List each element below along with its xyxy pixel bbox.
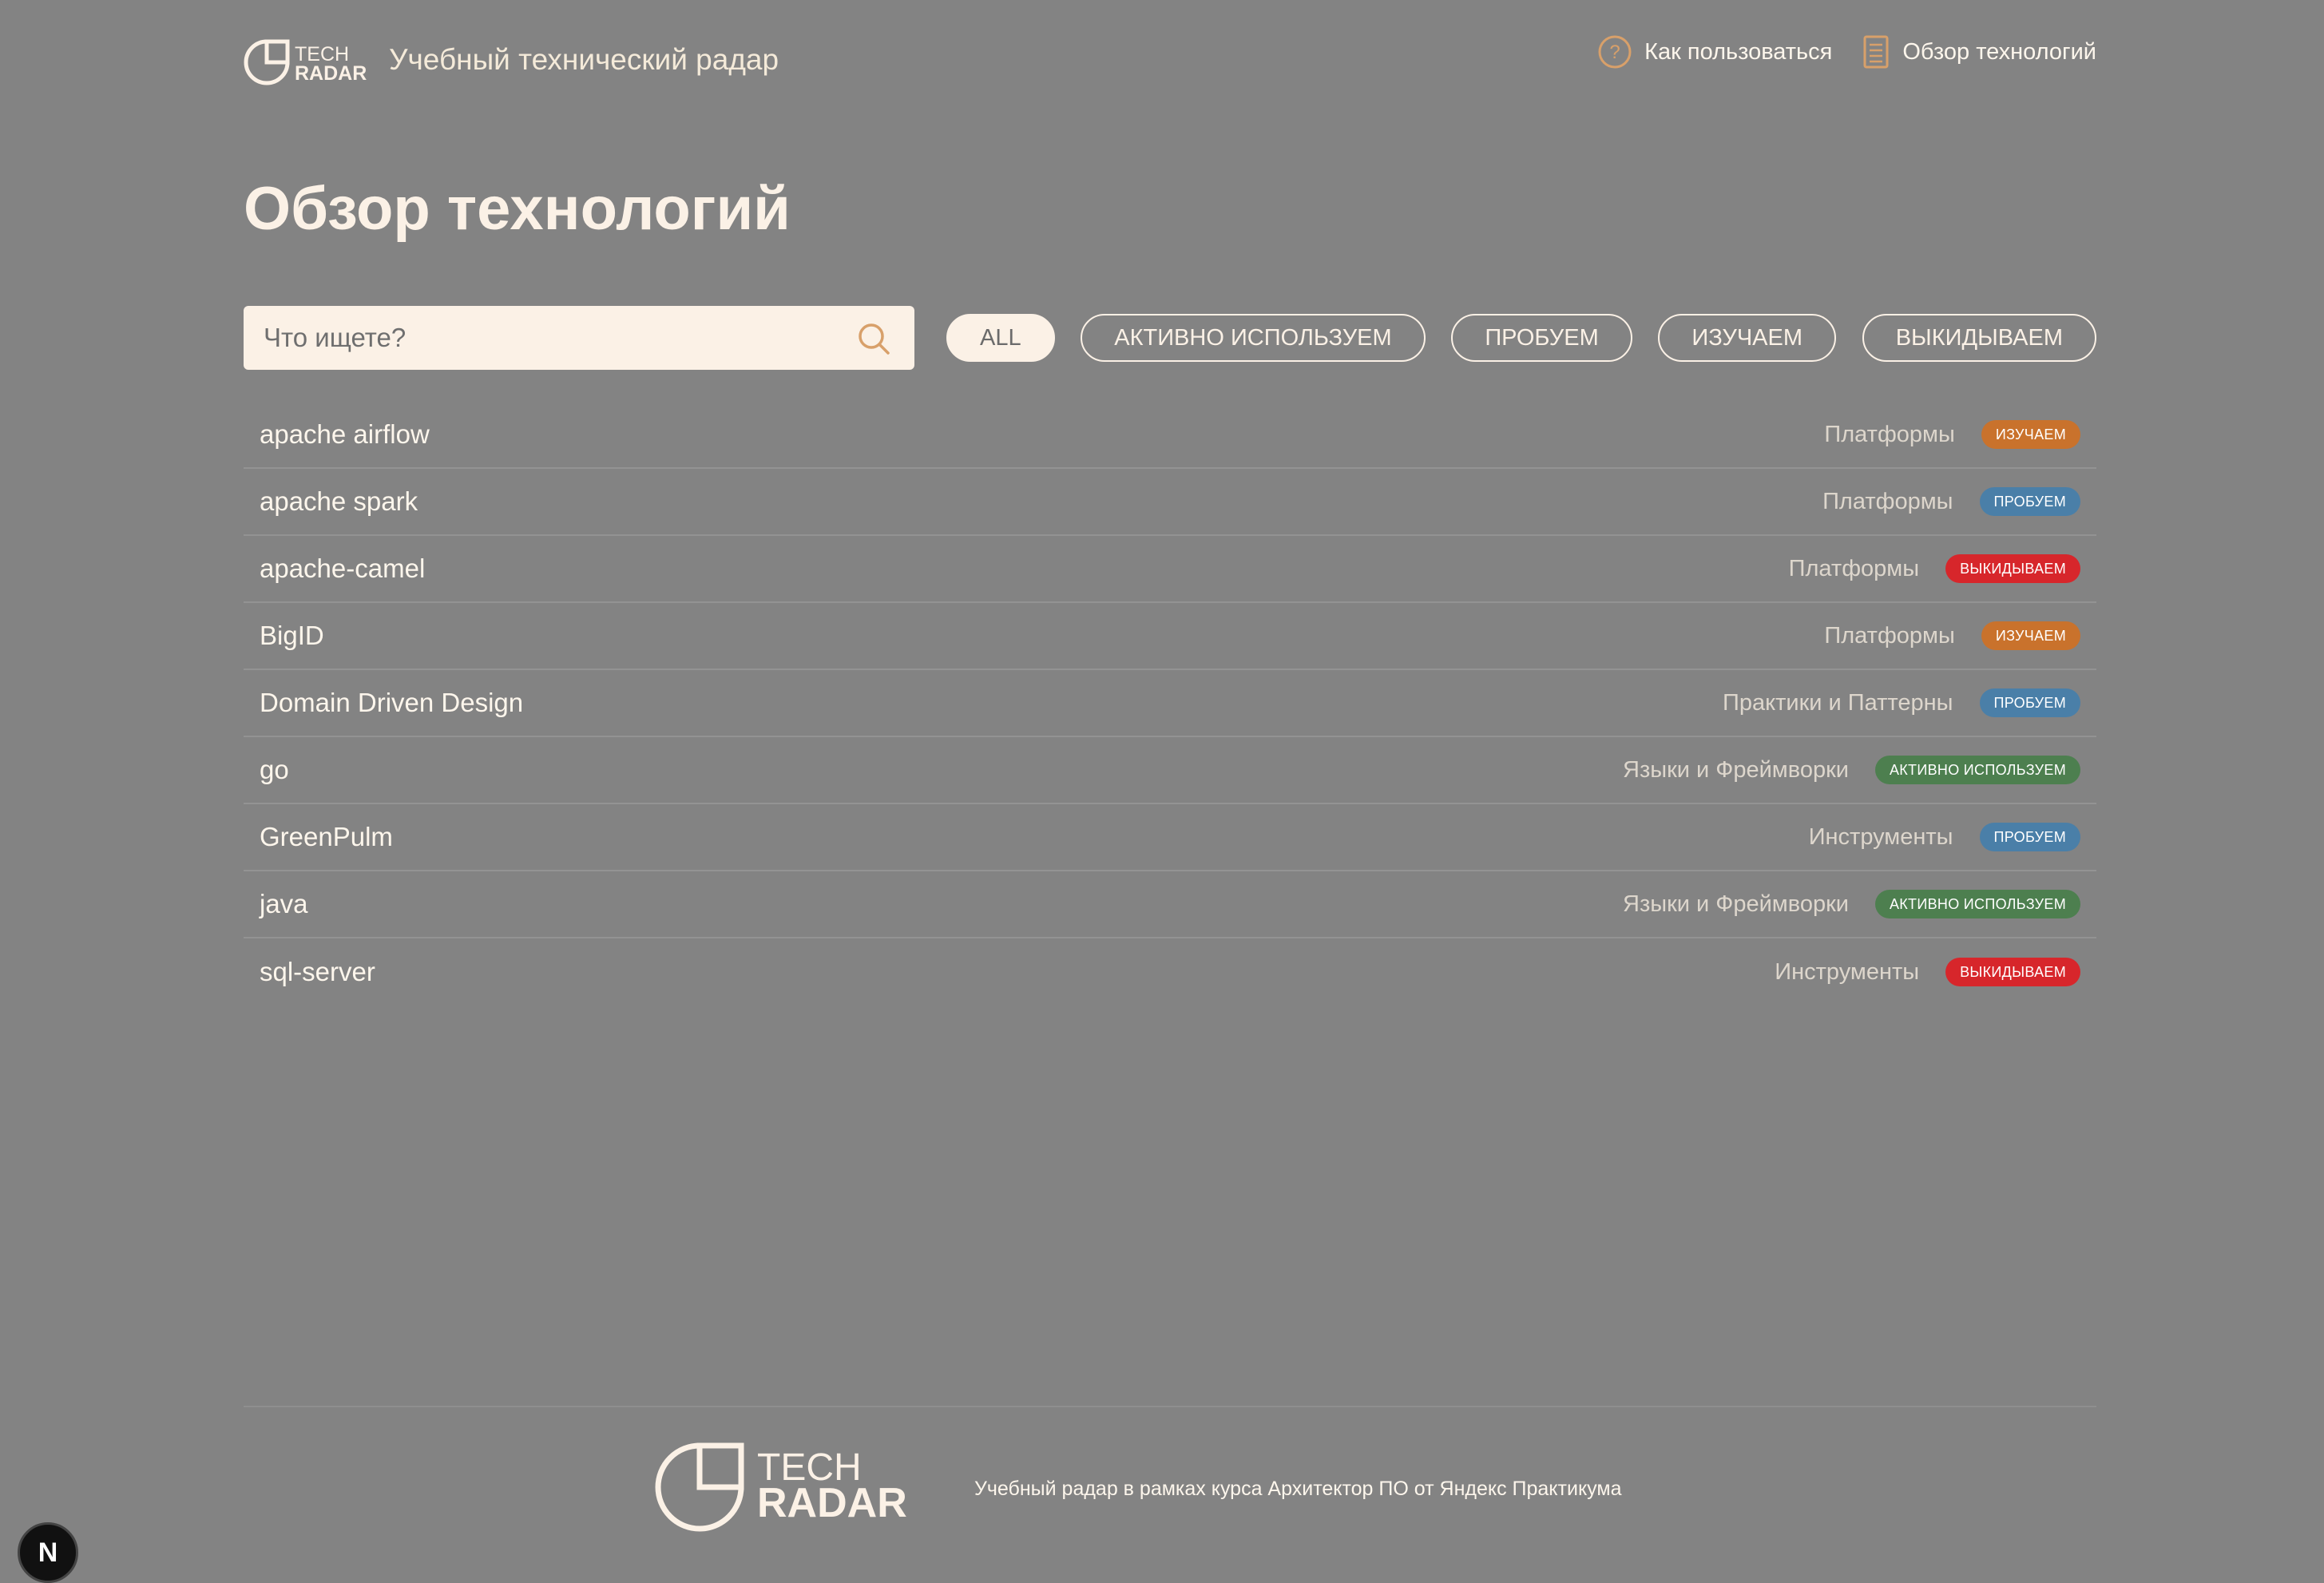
tech-name: java bbox=[260, 889, 308, 918]
tech-category: Языки и Фреймворки bbox=[1623, 756, 1849, 783]
tech-row[interactable]: apache spark Платформы ПРОБУЕМ bbox=[244, 469, 2096, 536]
tech-category: Платформы bbox=[1788, 555, 1920, 581]
tech-radar-logo[interactable]: TECH RADAR bbox=[244, 37, 367, 86]
status-badge: ИЗУЧАЕМ bbox=[1981, 621, 2080, 650]
status-badge: ПРОБУЕМ bbox=[1979, 487, 2080, 516]
status-badge: ИЗУЧАЕМ bbox=[1981, 420, 2080, 449]
search-box bbox=[244, 306, 914, 370]
svg-text:?: ? bbox=[1609, 42, 1620, 63]
tech-name: Domain Driven Design bbox=[260, 688, 524, 717]
tech-row[interactable]: sql-server Инструменты ВЫКИДЫВАЕМ bbox=[244, 938, 2096, 1006]
radar-logo-icon bbox=[244, 39, 290, 85]
logo-radar-text: RADAR bbox=[295, 62, 367, 85]
tech-name: apache spark bbox=[260, 486, 418, 516]
tech-name: go bbox=[260, 755, 289, 784]
footer-divider bbox=[244, 1406, 2096, 1407]
tech-name: GreenPulm bbox=[260, 822, 393, 851]
tech-category: Практики и Паттерны bbox=[1723, 689, 1953, 716]
search-icon[interactable] bbox=[857, 322, 890, 359]
filter-trial[interactable]: ПРОБУЕМ bbox=[1451, 314, 1632, 362]
footer-text: Учебный радар в рамках курса Архитектор … bbox=[974, 1478, 1622, 1500]
tech-row[interactable]: BigID Платформы ИЗУЧАЕМ bbox=[244, 603, 2096, 670]
filter-hold[interactable]: ВЫКИДЫВАЕМ bbox=[1862, 314, 2096, 362]
nav-tech-overview-label: Обзор технологий bbox=[1902, 38, 2096, 65]
tech-name: apache-camel bbox=[260, 553, 426, 583]
header: TECH RADAR Учебный технический радар ? К… bbox=[244, 32, 2096, 89]
search-input[interactable] bbox=[244, 306, 835, 370]
tech-row[interactable]: java Языки и Фреймворки АКТИВНО ИСПОЛЬЗУ… bbox=[244, 871, 2096, 938]
site-title: Учебный технический радар bbox=[389, 43, 779, 76]
status-badge: ПРОБУЕМ bbox=[1979, 823, 2080, 851]
nav-tech-overview[interactable]: Обзор технологий bbox=[1862, 34, 2096, 69]
status-badge: ВЫКИДЫВАЕМ bbox=[1945, 958, 2080, 986]
top-nav: ? Как пользоваться Обзор технологий bbox=[1598, 32, 2096, 72]
tech-name: apache airflow bbox=[260, 419, 430, 449]
tech-category: Инструменты bbox=[1775, 958, 1920, 985]
status-badge: АКТИВНО ИСПОЛЬЗУЕМ bbox=[1874, 890, 2080, 918]
tech-row[interactable]: GreenPulm Инструменты ПРОБУЕМ bbox=[244, 804, 2096, 871]
filter-all[interactable]: ALL bbox=[946, 314, 1055, 362]
filter-active-use[interactable]: АКТИВНО ИСПОЛЬЗУЕМ bbox=[1081, 314, 1426, 362]
next-dev-indicator[interactable]: N bbox=[18, 1522, 78, 1583]
tech-category: Инструменты bbox=[1808, 823, 1953, 850]
tech-row[interactable]: apache-camel Платформы ВЫКИДЫВАЕМ bbox=[244, 536, 2096, 603]
tech-name: sql-server bbox=[260, 957, 375, 986]
status-filters: ALL АКТИВНО ИСПОЛЬЗУЕМ ПРОБУЕМ ИЗУЧАЕМ В… bbox=[946, 314, 2096, 362]
page-title: Обзор технологий bbox=[244, 175, 791, 243]
footer-logo: TECH RADAR bbox=[653, 1438, 907, 1537]
tech-row[interactable]: Domain Driven Design Практики и Паттерны… bbox=[244, 670, 2096, 737]
status-badge: ВЫКИДЫВАЕМ bbox=[1945, 554, 2080, 583]
document-list-icon bbox=[1862, 34, 1890, 69]
nav-how-to-use-label: Как пользоваться bbox=[1644, 38, 1833, 65]
status-badge: АКТИВНО ИСПОЛЬЗУЕМ bbox=[1874, 756, 2080, 784]
tech-row[interactable]: go Языки и Фреймворки АКТИВНО ИСПОЛЬЗУЕМ bbox=[244, 737, 2096, 804]
tech-category: Платформы bbox=[1824, 421, 1955, 447]
filter-assess[interactable]: ИЗУЧАЕМ bbox=[1658, 314, 1837, 362]
tech-category: Платформы bbox=[1822, 488, 1953, 514]
question-circle-icon: ? bbox=[1598, 35, 1632, 69]
tech-name: BigID bbox=[260, 621, 324, 650]
nav-how-to-use[interactable]: ? Как пользоваться bbox=[1598, 35, 1832, 69]
footer-logo-radar-text: RADAR bbox=[757, 1480, 907, 1526]
tech-category: Платформы bbox=[1824, 622, 1955, 649]
tech-category: Языки и Фреймворки bbox=[1623, 891, 1849, 917]
technology-list: apache airflow Платформы ИЗУЧАЕМ apache … bbox=[244, 402, 2096, 1006]
tech-row[interactable]: apache airflow Платформы ИЗУЧАЕМ bbox=[244, 402, 2096, 469]
radar-logo-icon bbox=[655, 1442, 744, 1532]
status-badge: ПРОБУЕМ bbox=[1979, 688, 2080, 717]
